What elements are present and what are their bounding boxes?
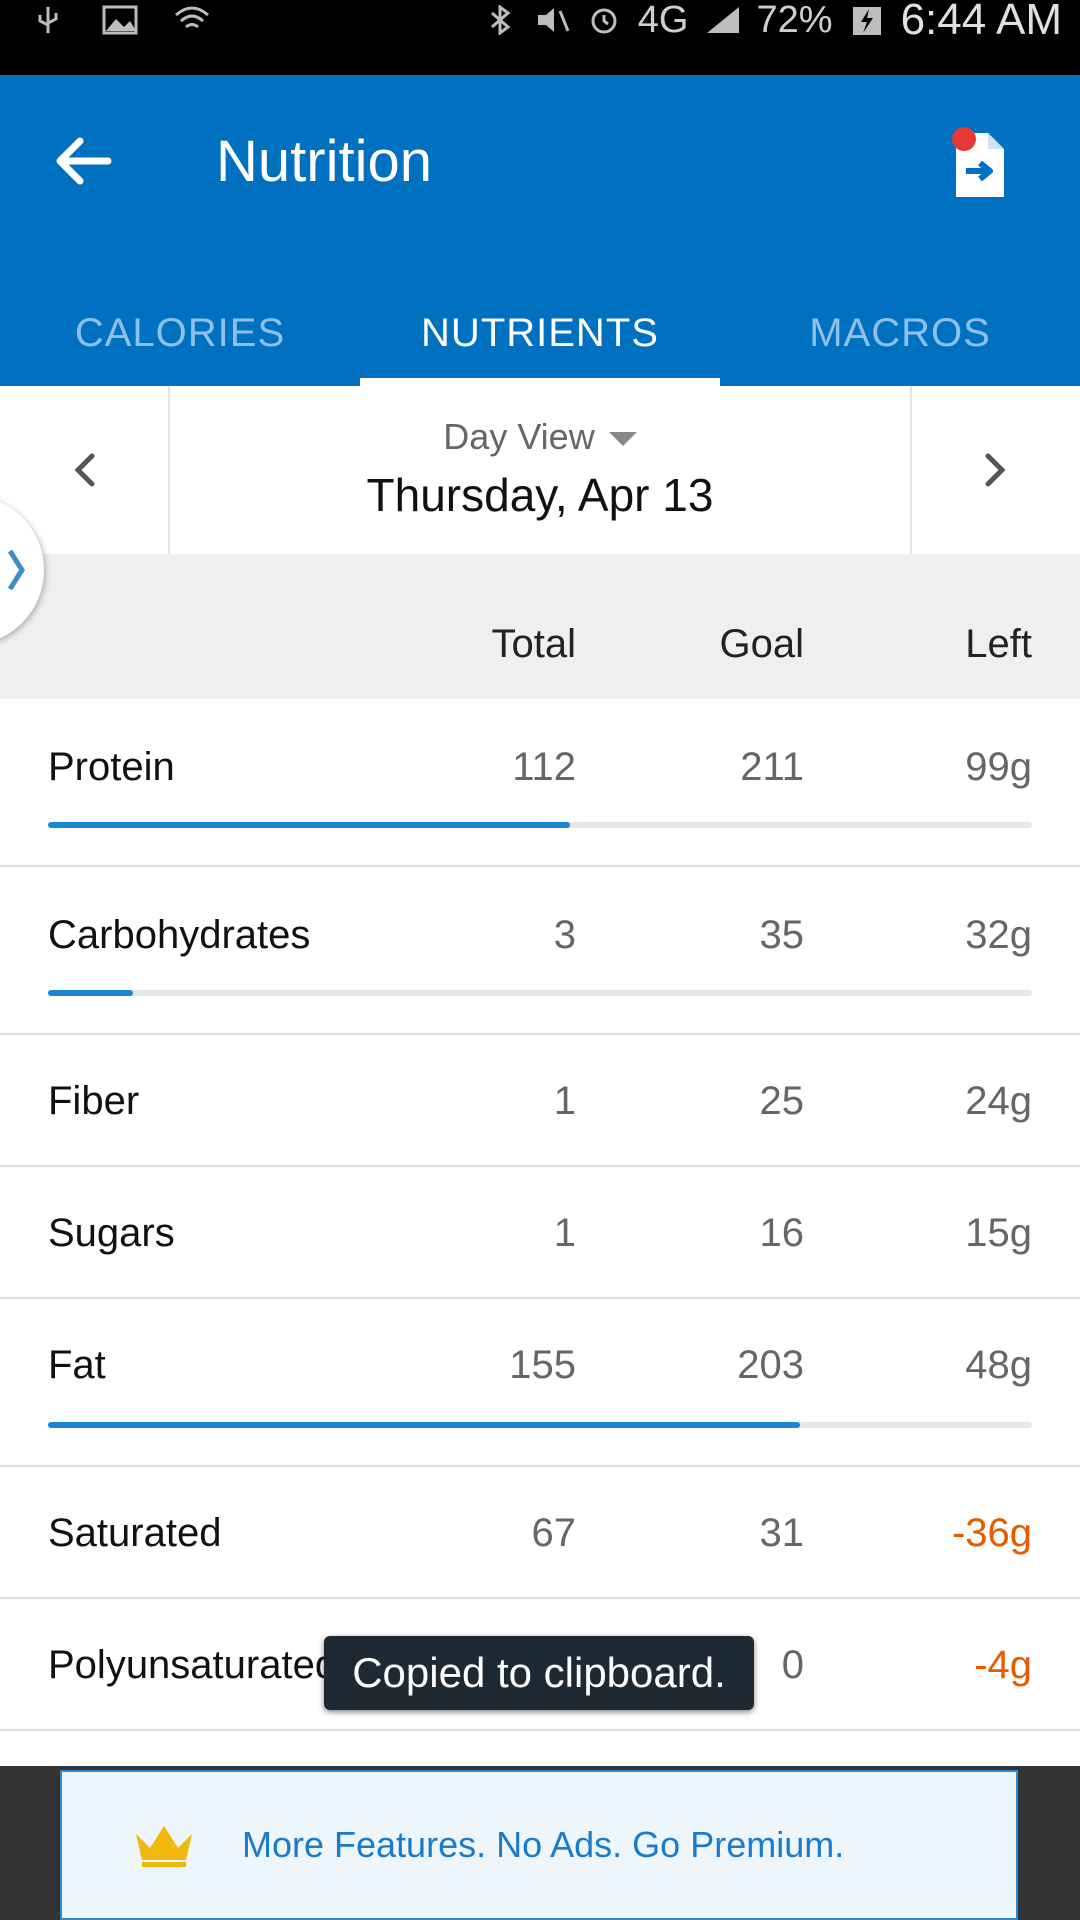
go-premium-banner[interactable]: More Features. No Ads. Go Premium. (60, 1770, 1018, 1920)
clock: 6:44 AM (900, 0, 1062, 44)
export-button[interactable] (946, 125, 1018, 205)
date-navigator: Day View Thursday, Apr 13 (0, 386, 1080, 554)
nutrient-total: 112 (512, 745, 576, 789)
day-view-label: Day View (443, 416, 595, 457)
next-day-button[interactable] (910, 386, 1080, 554)
progress-bar (48, 990, 1032, 996)
chevron-right-icon (985, 453, 1006, 487)
nutrient-total: 67 (531, 1511, 577, 1555)
tab-nutrients[interactable]: NUTRIENTS (360, 275, 720, 386)
image-icon (102, 5, 138, 35)
battery-charging-icon (852, 7, 881, 35)
nutrient-goal: 31 (759, 1511, 805, 1555)
nutrient-row-fat[interactable]: Fat 155 203 48g (0, 1299, 1080, 1467)
nutrient-goal: 25 (759, 1079, 805, 1123)
notification-dot (952, 127, 976, 151)
battery-percent: 72% (756, 0, 833, 41)
progress-fill (48, 1422, 800, 1428)
nutrient-row-saturated[interactable]: Saturated 67 31 -36g (0, 1467, 1080, 1599)
progress-fill (48, 822, 570, 828)
drawer-handle[interactable] (0, 495, 44, 645)
current-date: Thursday, Apr 13 (366, 469, 714, 521)
progress-bar (48, 1422, 1032, 1428)
nutrient-goal: 211 (740, 745, 804, 789)
tab-bar: CALORIES NUTRIENTS MACROS (0, 275, 1080, 386)
table-header: Total Goal Left (0, 554, 1080, 699)
nutrient-goal: 203 (737, 1343, 804, 1387)
nutrient-row-fiber[interactable]: Fiber 1 25 24g (0, 1035, 1080, 1167)
day-view-dropdown[interactable]: Day View (170, 416, 910, 458)
nutrient-total: 155 (509, 1343, 576, 1387)
nutrient-name: Fiber (48, 1079, 140, 1123)
bluetooth-icon (490, 5, 511, 35)
caret-down-icon (608, 432, 637, 447)
progress-fill (48, 990, 133, 996)
nutrient-row-sugars[interactable]: Sugars 1 16 15g (0, 1167, 1080, 1299)
arrow-left-icon (56, 137, 112, 185)
app-bar: Nutrition CALORIES NUTRIENTS MACROS (0, 75, 1080, 386)
nutrient-name: Sugars (48, 1211, 175, 1255)
clipboard-toast: Copied to clipboard. (324, 1636, 754, 1710)
nutrient-left: 32g (965, 913, 1032, 957)
nutrient-goal: 35 (759, 913, 805, 957)
nutrient-left: 99g (965, 745, 1032, 789)
nutrient-name: Saturated (48, 1511, 222, 1555)
nutrient-left: -4g (974, 1643, 1032, 1687)
alarm-icon (591, 8, 617, 34)
wifi-icon (175, 6, 209, 29)
nutrient-left: 15g (965, 1211, 1032, 1255)
back-button[interactable] (48, 125, 120, 197)
usb-icon (38, 7, 58, 33)
nutrient-total: 1 (553, 1079, 576, 1123)
chevron-right-icon (7, 549, 25, 591)
header-goal: Goal (719, 622, 805, 666)
nutrient-total: 1 (553, 1211, 576, 1255)
nutrient-name: Carbohydrates (48, 913, 311, 957)
premium-text: More Features. No Ads. Go Premium. (242, 1824, 845, 1865)
signal-icon (706, 7, 739, 33)
nutrient-left: 48g (965, 1343, 1032, 1387)
nutrient-name: Polyunsaturated (48, 1643, 338, 1687)
nutrient-total: 3 (553, 913, 576, 957)
nutrient-name: Fat (48, 1343, 106, 1387)
page-title: Nutrition (216, 129, 432, 194)
mute-icon (537, 8, 570, 32)
nutrient-left: -36g (951, 1511, 1032, 1555)
nutrient-row-protein[interactable]: Protein 112 211 99g (0, 699, 1080, 867)
network-label: 4G (637, 0, 689, 41)
file-export-icon (952, 127, 1004, 197)
header-total: Total (491, 622, 577, 666)
active-tab-indicator (360, 378, 720, 386)
nutrient-row-carbohydrates[interactable]: Carbohydrates 3 35 32g (0, 867, 1080, 1035)
header-left: Left (965, 622, 1032, 666)
tab-calories[interactable]: CALORIES (0, 275, 360, 386)
nutrient-name: Protein (48, 745, 175, 789)
crown-icon (136, 1826, 192, 1867)
status-bar: 4G 72% 6:44 AM (0, 0, 1080, 75)
nutrient-left: 24g (965, 1079, 1032, 1123)
progress-bar (48, 822, 1032, 828)
tab-macros[interactable]: MACROS (720, 275, 1080, 386)
nutrient-goal: 16 (759, 1211, 805, 1255)
